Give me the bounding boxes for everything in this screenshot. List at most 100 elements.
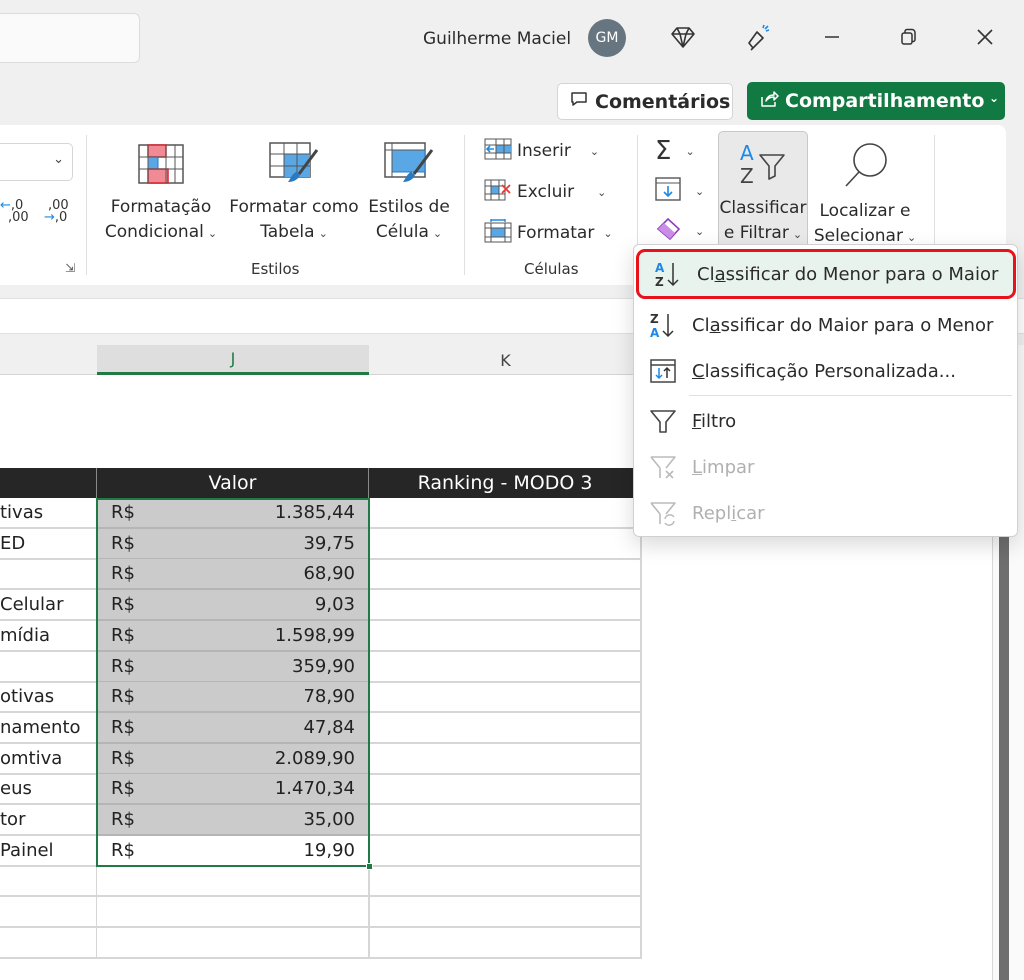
insert-button[interactable]: Inserir ⌄ [484,138,599,164]
clear-button[interactable]: ⌄ [655,216,704,246]
value-cell[interactable]: R$ 78,90 [97,682,369,714]
dialog-launcher-icon[interactable]: ⇲ [65,261,75,275]
share-button[interactable]: Compartilhamento ⌄ [747,82,1005,120]
decrease-decimal-button[interactable]: ,00 →,0 [44,199,69,224]
column-header-k[interactable]: K [369,345,642,375]
fill-button[interactable]: ⌄ [655,176,704,206]
avatar[interactable]: GM [588,19,626,57]
ranking-cell[interactable] [369,620,642,652]
comments-button[interactable]: Comentários [557,83,733,120]
menu-item-sort-descending[interactable]: Z A Classificar do Maior para o Menor [634,303,1019,347]
empty-cell[interactable] [0,866,97,898]
ranking-cell[interactable] [369,712,642,744]
value-cell[interactable]: R$ 1.470,34 [97,774,369,806]
ranking-cell[interactable] [369,559,642,591]
value-cell[interactable]: R$ 19,90 [97,836,369,867]
row-label-cell[interactable]: otivas [0,682,97,714]
table-header-ranking[interactable]: Ranking - MODO 3 [369,468,642,498]
row-label-cell[interactable] [0,651,97,683]
empty-cell[interactable] [369,927,642,959]
ranking-cell[interactable] [369,498,642,529]
empty-cell[interactable] [0,897,97,929]
empty-cell[interactable] [369,897,642,929]
label-suffix: iltro [701,410,737,432]
megaphone-icon[interactable] [744,22,774,52]
currency-symbol: R$ [111,778,135,800]
value-cell[interactable]: R$ 2.089,90 [97,743,369,775]
format-label: Formatar [517,223,595,243]
ranking-cell[interactable] [369,682,642,714]
value-cell[interactable]: R$ 47,84 [97,712,369,744]
svg-text:Z: Z [655,275,664,289]
ranking-cell[interactable] [369,835,642,867]
value-cell[interactable]: R$ 68,90 [97,559,369,591]
conditional-formatting-button[interactable]: Formatação Condicional ⌄ [100,135,222,246]
menu-item-clear-filter: Limpar [634,445,1019,489]
menu-item-sort-ascending[interactable]: A Z Classificar do Menor para o Maior [636,249,1016,299]
ranking-cell[interactable] [369,805,642,836]
scrollbar-thumb[interactable] [999,535,1009,980]
menu-item-filter[interactable]: Filtro [634,399,1019,443]
row-label-cell[interactable] [0,559,97,591]
sort-descending-icon: ZA [634,310,692,340]
value-cell[interactable]: R$ 35,00 [97,805,369,836]
value-amount: 1.385,44 [274,502,355,523]
row-label-cell[interactable]: tor [0,805,97,836]
empty-cell[interactable] [0,927,97,959]
value-amount: 9,03 [314,594,355,616]
column-header-j[interactable]: J [97,345,369,375]
ribbon-separator [86,135,87,275]
ranking-cell[interactable] [369,774,642,806]
empty-cell[interactable] [97,897,369,929]
row-label-cell[interactable]: mídia [0,620,97,652]
chevron-down-icon: ⌄ [695,184,705,198]
value-cell[interactable]: R$ 39,75 [97,528,369,560]
table-row: omtiva R$ 2.089,90 [0,743,642,775]
row-label-cell[interactable]: omtiva [0,743,97,775]
value-amount: 1.598,99 [274,624,355,646]
ranking-cell[interactable] [369,743,642,775]
chevron-down-icon: ⌄ [695,224,705,238]
close-icon[interactable] [970,22,1000,52]
diamond-icon[interactable] [668,22,698,52]
increase-decimal-button[interactable]: ←←,0,0 ,00 [0,199,29,224]
ranking-cell[interactable] [369,528,642,560]
value-cell[interactable]: R$ 9,03 [97,590,369,622]
share-icon [759,89,779,114]
value-cell[interactable]: R$ 1.385,44 [97,498,369,529]
empty-cell[interactable] [97,927,369,959]
empty-cell[interactable] [369,866,642,898]
sigma-icon: Σ [655,136,672,166]
autosum-button[interactable]: Σ ⌄ [655,136,695,166]
row-label-cell[interactable]: eus [0,774,97,806]
cell-styles-button[interactable]: Estilos de Célula ⌄ [366,135,452,246]
value-amount: 47,84 [303,716,355,738]
ranking-cell[interactable] [369,590,642,622]
search-box[interactable] [0,13,140,63]
ranking-cell[interactable] [369,651,642,683]
number-format-dropdown[interactable]: ⌄ [0,143,73,181]
row-label-cell[interactable]: Painel [0,835,97,867]
restore-icon[interactable] [894,22,924,52]
table-header-valor[interactable]: Valor [97,468,369,498]
delete-button[interactable]: Excluir ⌄ [484,179,606,205]
table-row: R$ 68,90 [0,559,642,591]
menu-item-custom-sort[interactable]: Classificação Personalizada... [634,349,1019,393]
chevron-down-icon[interactable]: ⌄ [989,91,999,105]
value-cell[interactable]: R$ 359,90 [97,651,369,683]
table-row: R$ 359,90 [0,651,642,683]
find-select-line2: Selecionar [813,226,903,246]
empty-cell[interactable] [97,866,369,898]
minimize-icon[interactable] [817,22,847,52]
row-label-cell[interactable]: tivas [0,498,97,529]
table-row: mídia R$ 1.598,99 [0,620,642,652]
row-label-cell[interactable]: Celular [0,590,97,622]
format-button[interactable]: Formatar ⌄ [484,218,613,246]
format-as-table-button[interactable]: Formatar como Tabela ⌄ [228,135,360,246]
row-label-cell[interactable]: ED [0,528,97,560]
value-cell[interactable]: R$ 1.598,99 [97,620,369,652]
find-select-button[interactable]: Localizar e Selecionar ⌄ [812,133,918,250]
fill-handle[interactable] [366,863,373,870]
format-as-table-line2: Tabela [260,222,315,242]
row-label-cell[interactable]: namento [0,712,97,744]
